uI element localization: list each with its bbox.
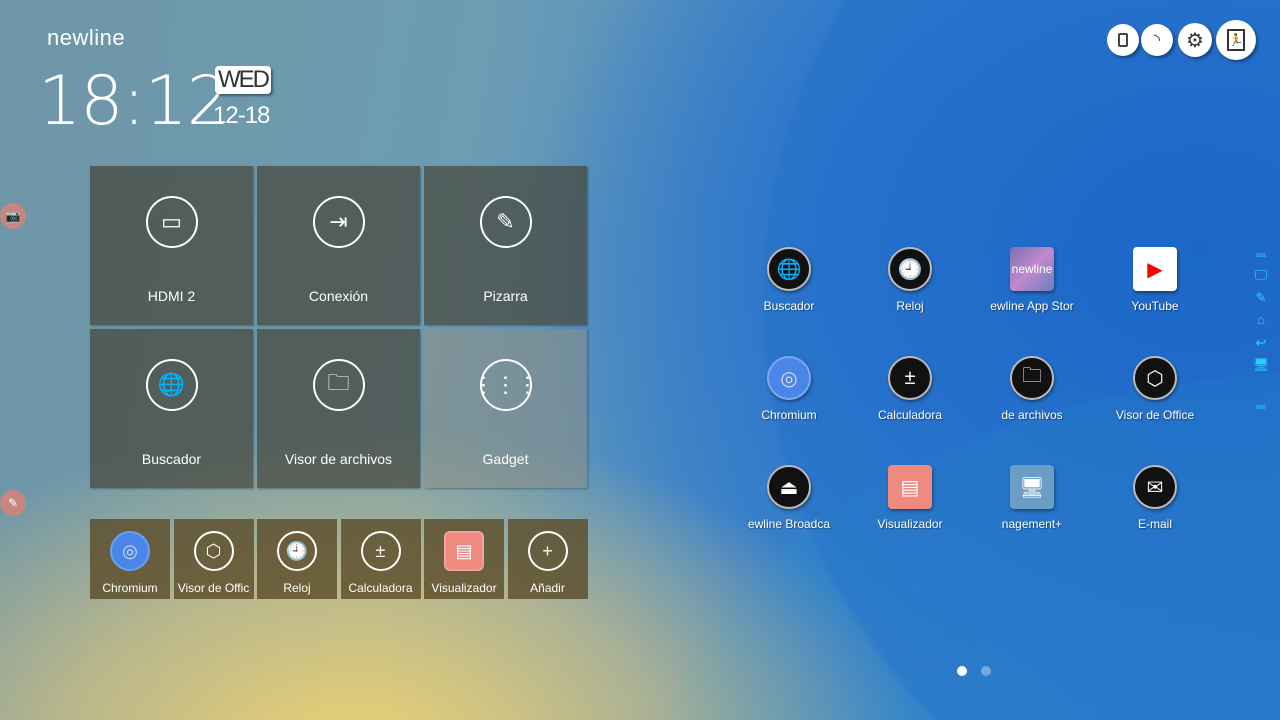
app-store-logo-text: newline bbox=[1011, 262, 1053, 276]
app-label: ewline Broadca bbox=[747, 517, 831, 531]
app-label: de archivos bbox=[1001, 408, 1063, 422]
app-chromium[interactable]: ◎ Chromium bbox=[734, 356, 844, 422]
dock-item[interactable]: ⬡ Visor de Offic bbox=[173, 519, 254, 599]
youtube-icon: ▶ bbox=[1133, 247, 1177, 291]
tile-label: HDMI 2 bbox=[147, 288, 196, 304]
folder-icon: 🗀 bbox=[312, 359, 365, 411]
sidebar-handle-bottom[interactable]: ═ bbox=[1252, 400, 1270, 414]
email-icon: ✉ bbox=[1133, 465, 1177, 509]
app-calculator[interactable]: ± Calculadora bbox=[855, 356, 965, 422]
dock-item[interactable]: + Añadir bbox=[507, 519, 588, 599]
clock-date: 12-18 bbox=[213, 102, 270, 129]
pen-icon[interactable]: ✎ bbox=[1252, 290, 1270, 305]
dock-item[interactable]: ▤ Visualizador bbox=[424, 519, 504, 599]
visualizer-icon: ▤ bbox=[888, 465, 932, 509]
calculator-icon: ± bbox=[360, 531, 401, 571]
office-icon: ⬡ bbox=[1133, 356, 1177, 400]
app-youtube[interactable]: ▶ YouTube bbox=[1100, 247, 1210, 313]
tile-label: Gadget bbox=[482, 451, 529, 467]
app-label: E-mail bbox=[1137, 517, 1172, 531]
tile-visor-de-archivos[interactable]: 🗀 Visor de archivos bbox=[257, 329, 420, 488]
app-email[interactable]: ✉ E-mail bbox=[1100, 465, 1210, 531]
tile-label: Buscador bbox=[141, 451, 202, 467]
chromium-icon: ◎ bbox=[767, 356, 811, 400]
dock-item[interactable]: ± Calculadora bbox=[340, 519, 421, 599]
clock-day: WED bbox=[215, 66, 271, 94]
calculator-icon: ± bbox=[888, 356, 932, 400]
app-label: Visor de Office bbox=[1115, 408, 1195, 422]
file-manager-icon: 🗀 bbox=[1010, 356, 1054, 400]
tile-hdmi-2[interactable]: ▭ HDMI 2 bbox=[90, 166, 253, 325]
gear-icon: ⚙ bbox=[1186, 29, 1204, 52]
dock-label: Visor de Offic bbox=[177, 581, 250, 595]
app-label: Buscador bbox=[763, 299, 815, 313]
app-visualizer[interactable]: ▤ Visualizador bbox=[855, 465, 965, 531]
app-management[interactable]: 🖥 nagement+ bbox=[977, 465, 1087, 531]
app-label: Reloj bbox=[896, 299, 924, 313]
dock-label: Chromium bbox=[102, 581, 158, 595]
hdmi-icon: ▭ bbox=[145, 196, 198, 248]
clock-icon: 🕘 bbox=[888, 247, 932, 291]
app-file-manager[interactable]: 🗀 de archivos bbox=[977, 356, 1087, 422]
plus-icon: + bbox=[527, 531, 568, 571]
clock-time: 18:12 bbox=[38, 62, 230, 141]
tile-label: Conexión bbox=[308, 288, 369, 304]
app-label: nagement+ bbox=[1001, 517, 1063, 531]
clock-icon: 🕘 bbox=[277, 531, 317, 571]
app-label: Visualizador bbox=[877, 517, 943, 531]
tile-pizarra[interactable]: ✎ Pizarra bbox=[424, 166, 587, 325]
pencil-icon: ✎ bbox=[479, 196, 532, 248]
sidebar-handle-top[interactable]: ═ bbox=[1252, 248, 1270, 262]
brand-logo: newline bbox=[47, 25, 126, 50]
app-clock[interactable]: 🕘 Reloj bbox=[855, 247, 965, 313]
input-icon: ⇥ bbox=[312, 196, 365, 248]
dock-label: Visualizador bbox=[431, 581, 497, 595]
exit-button[interactable]: 🏃 bbox=[1216, 20, 1256, 60]
globe-icon: 🌐 bbox=[767, 247, 811, 291]
app-globe[interactable]: 🌐 Buscador bbox=[734, 247, 844, 313]
settings-button[interactable]: ⚙ bbox=[1178, 23, 1212, 57]
app-broadcast[interactable]: ⏏ ewline Broadca bbox=[734, 465, 844, 531]
dock-label: Reloj bbox=[283, 581, 311, 595]
globe-icon: 🌐 bbox=[145, 359, 198, 411]
app-label: Calculadora bbox=[877, 408, 943, 422]
visualizer-icon: ▤ bbox=[444, 531, 484, 571]
brush-icon: ✎ bbox=[7, 496, 19, 510]
management-icon: 🖥 bbox=[1010, 465, 1054, 509]
dock-item[interactable]: ◎ Chromium bbox=[90, 519, 170, 599]
usb-icon bbox=[1118, 33, 1128, 47]
camera-button[interactable]: 📷 bbox=[0, 203, 26, 229]
app-store-icon: newline bbox=[1010, 247, 1054, 291]
page-dot-1[interactable] bbox=[957, 666, 967, 676]
home-icon[interactable]: ⌂ bbox=[1252, 313, 1270, 327]
app-label: Chromium bbox=[761, 408, 817, 422]
brush-button[interactable]: ✎ bbox=[0, 490, 26, 516]
dock-item[interactable]: 🕘 Reloj bbox=[257, 519, 337, 599]
tile-buscador[interactable]: 🌐 Buscador bbox=[90, 329, 253, 488]
annotate-icon[interactable]: 🖵 bbox=[1252, 268, 1270, 282]
dock-label: Calculadora bbox=[348, 581, 413, 595]
back-icon[interactable]: ↩ bbox=[1252, 335, 1270, 350]
app-office[interactable]: ⬡ Visor de Office bbox=[1100, 356, 1210, 422]
page-dot-2[interactable] bbox=[981, 666, 991, 676]
tile-label: Visor de archivos bbox=[284, 451, 393, 467]
tile-label: Pizarra bbox=[483, 288, 528, 304]
app-label: ewline App Stor bbox=[990, 299, 1074, 313]
wifi-button[interactable]: ◝ bbox=[1141, 24, 1173, 56]
tile-gadget[interactable]: ⋮⋮⋮ Gadget bbox=[424, 329, 587, 488]
broadcast-icon: ⏏ bbox=[767, 465, 811, 509]
camera-icon: 📷 bbox=[5, 209, 21, 223]
dock-label: Añadir bbox=[530, 581, 565, 595]
usb-button[interactable] bbox=[1107, 24, 1139, 56]
app-app-store[interactable]: newline ewline App Stor bbox=[977, 247, 1087, 313]
exit-icon: 🏃 bbox=[1227, 29, 1245, 51]
office-icon: ⬡ bbox=[193, 531, 234, 571]
app-label: YouTube bbox=[1131, 299, 1179, 313]
chromium-icon: ◎ bbox=[110, 531, 150, 571]
tile-conexión[interactable]: ⇥ Conexión bbox=[257, 166, 420, 325]
grid-icon: ⋮⋮⋮ bbox=[473, 359, 539, 411]
wifi-icon: ◝ bbox=[1153, 32, 1161, 49]
pc-icon[interactable]: 🖥 bbox=[1252, 358, 1270, 372]
